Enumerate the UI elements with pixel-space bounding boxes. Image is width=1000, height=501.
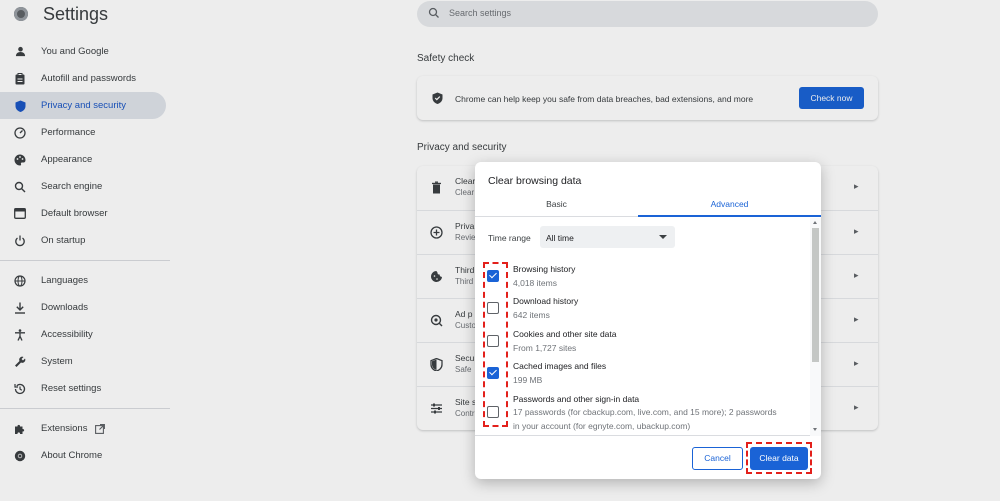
option-subtitle: 199 MB xyxy=(513,375,543,385)
option-title: Cached images and files xyxy=(513,361,607,371)
cancel-button[interactable]: Cancel xyxy=(692,447,743,470)
option-title: Browsing history xyxy=(513,264,576,274)
dialog-tabs: Basic Advanced xyxy=(475,194,821,217)
dropdown-arrow-icon xyxy=(659,235,667,239)
dialog-scrollbar[interactable] xyxy=(810,218,821,436)
option-title: Passwords and other sign-in data xyxy=(513,394,640,404)
option-title: Download history xyxy=(513,296,579,306)
dialog-body: Time range All time Browsing history 4,0… xyxy=(475,218,821,436)
dialog-title: Clear browsing data xyxy=(488,175,582,187)
option-subtitle: 17 passwords (for cbackup.com, live.com,… xyxy=(513,407,777,431)
clear-button-highlight-box xyxy=(746,442,812,474)
tab-advanced[interactable]: Advanced xyxy=(638,194,821,217)
option-subtitle: 642 items xyxy=(513,310,550,320)
time-range-select[interactable]: All time xyxy=(540,226,675,248)
time-range-value: All time xyxy=(546,233,574,243)
option-subtitle: 4,018 items xyxy=(513,278,557,288)
time-range-label: Time range xyxy=(488,233,531,243)
option-subtitle: From 1,727 sites xyxy=(513,343,577,353)
tab-basic[interactable]: Basic xyxy=(475,194,638,217)
scroll-up-icon xyxy=(813,221,817,224)
option-title: Cookies and other site data xyxy=(513,329,617,339)
checkbox-highlight-box xyxy=(483,262,508,427)
clear-browsing-data-dialog: Clear browsing data Basic Advanced Time … xyxy=(475,162,821,479)
scrollbar-thumb[interactable] xyxy=(812,228,819,362)
scroll-down-icon xyxy=(813,428,817,431)
